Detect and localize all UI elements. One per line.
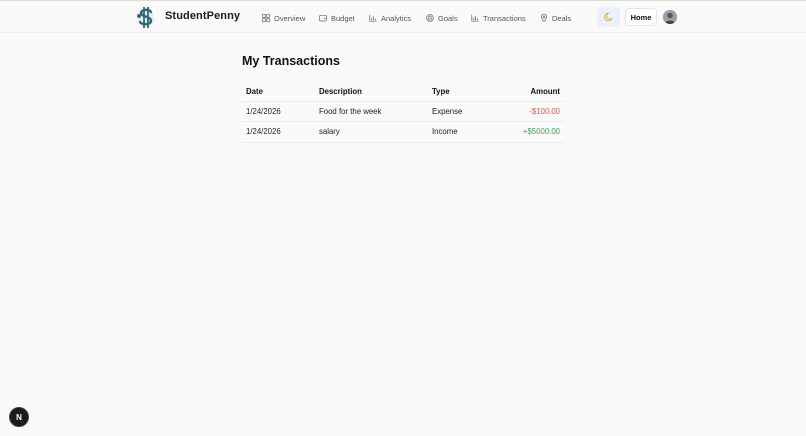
nav-goals-label: Goals	[438, 13, 458, 23]
column-header-amount: Amount	[530, 86, 560, 96]
nav-transactions[interactable]: Transactions	[471, 12, 526, 24]
column-header-type: Type	[432, 86, 450, 96]
user-photo-icon	[663, 10, 677, 24]
dev-tools-badge[interactable]: N	[9, 407, 29, 427]
page-title: My Transactions	[242, 54, 340, 68]
nav-overview[interactable]: Overview	[262, 12, 305, 24]
target-icon	[426, 14, 434, 22]
bar-chart-icon	[369, 14, 377, 22]
table-header-row: Date Description Type Amount	[242, 82, 564, 101]
overview-grid-icon	[262, 14, 270, 22]
brand-name[interactable]: StudentPenny	[165, 10, 240, 22]
column-header-date: Date	[246, 86, 263, 96]
cell-type: Income	[428, 121, 488, 143]
nav-transactions-label: Transactions	[483, 13, 526, 23]
cell-description: salary	[315, 121, 428, 143]
theme-toggle-button[interactable]	[597, 7, 620, 27]
nav-analytics-label: Analytics	[381, 13, 412, 23]
top-navbar: StudentPenny Overview Budget Analytics G…	[0, 1, 806, 33]
wallet-icon	[319, 15, 327, 22]
moon-icon	[603, 12, 613, 22]
column-header-description: Description	[319, 86, 362, 96]
table-row: 1/24/2026 Food for the week Expense -$10…	[242, 100, 564, 122]
home-button[interactable]: Home	[625, 8, 657, 26]
user-avatar[interactable]	[663, 10, 677, 24]
chart-icon	[471, 14, 479, 22]
nav-budget[interactable]: Budget	[319, 12, 355, 24]
map-pin-icon	[540, 14, 548, 22]
cell-description: Food for the week	[315, 100, 428, 122]
cell-amount: -$100.00	[488, 100, 564, 122]
cell-type: Expense	[428, 100, 488, 122]
nav-deals[interactable]: Deals	[540, 12, 571, 24]
transactions-table: Date Description Type Amount 1/24/2026 F…	[242, 82, 564, 143]
studentpenny-logo-icon[interactable]	[135, 4, 157, 30]
nav-overview-label: Overview	[274, 13, 306, 23]
nav-analytics[interactable]: Analytics	[369, 12, 411, 24]
nav-goals[interactable]: Goals	[426, 12, 458, 24]
nav-deals-label: Deals	[552, 13, 572, 23]
nav-budget-label: Budget	[331, 13, 355, 23]
cell-date: 1/24/2026	[242, 100, 315, 122]
cell-date: 1/24/2026	[242, 121, 315, 143]
cell-amount: +$5000.00	[488, 121, 564, 143]
table-row: 1/24/2026 salary Income +$5000.00	[242, 121, 564, 143]
